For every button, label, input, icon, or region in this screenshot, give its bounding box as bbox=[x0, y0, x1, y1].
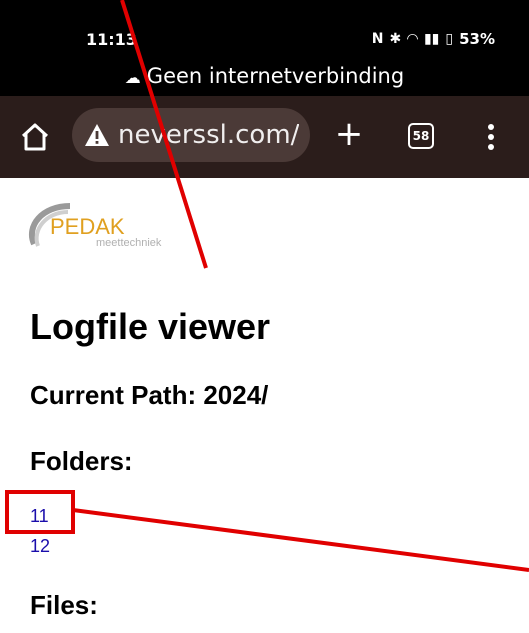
status-bar: 11:13 N ✱ ◠ ▮▮ ▯ 53% ☁ Geen internetverbi… bbox=[0, 0, 529, 96]
nfc-icon: N bbox=[371, 31, 384, 47]
new-tab-button[interactable]: + bbox=[334, 114, 364, 154]
url-text[interactable]: neverssl.com/ bbox=[118, 120, 299, 150]
logo-text: PEDAK bbox=[50, 214, 125, 239]
battery-icon: ▯ bbox=[445, 31, 454, 47]
address-bar[interactable]: neverssl.com/ bbox=[72, 108, 310, 162]
wifi-icon: ◠ bbox=[407, 31, 418, 47]
battery-percentage: 53% bbox=[459, 30, 495, 48]
page-title: Logfile viewer bbox=[30, 306, 271, 347]
signal-icon: ▮▮ bbox=[423, 31, 440, 47]
logo-subtext: meettechniek bbox=[96, 237, 162, 249]
folder-link-11[interactable]: 11 bbox=[30, 506, 49, 527]
home-icon bbox=[21, 123, 49, 151]
more-vertical-icon bbox=[488, 124, 494, 150]
status-icons: N ✱ ◠ ▮▮ ▯ 53% bbox=[372, 30, 495, 48]
web-page: PEDAK meettechniek Logfile viewer Curren… bbox=[0, 178, 529, 633]
tab-switcher-button[interactable]: 58 bbox=[408, 123, 434, 149]
status-time: 11:13 bbox=[86, 30, 137, 49]
browser-toolbar: neverssl.com/ + 58 bbox=[0, 96, 529, 178]
menu-button[interactable] bbox=[484, 120, 498, 154]
offline-banner: ☁ Geen internetverbinding bbox=[0, 64, 529, 88]
warning-icon[interactable] bbox=[84, 122, 110, 148]
folder-link-12[interactable]: 12 bbox=[30, 536, 50, 557]
home-button[interactable] bbox=[18, 120, 52, 154]
plus-icon: + bbox=[334, 114, 364, 154]
files-heading: Files: bbox=[30, 590, 98, 620]
current-path: Current Path: 2024/ bbox=[30, 380, 269, 410]
pedak-logo: PEDAK meettechniek bbox=[28, 200, 178, 252]
offline-message: Geen internetverbinding bbox=[146, 64, 405, 88]
cloud-off-icon: ☁ bbox=[124, 68, 141, 87]
folders-heading: Folders: bbox=[30, 446, 133, 476]
bluetooth-icon: ✱ bbox=[389, 31, 402, 47]
phone-screen: 11:13 N ✱ ◠ ▮▮ ▯ 53% ☁ Geen internetverbi… bbox=[0, 0, 529, 633]
